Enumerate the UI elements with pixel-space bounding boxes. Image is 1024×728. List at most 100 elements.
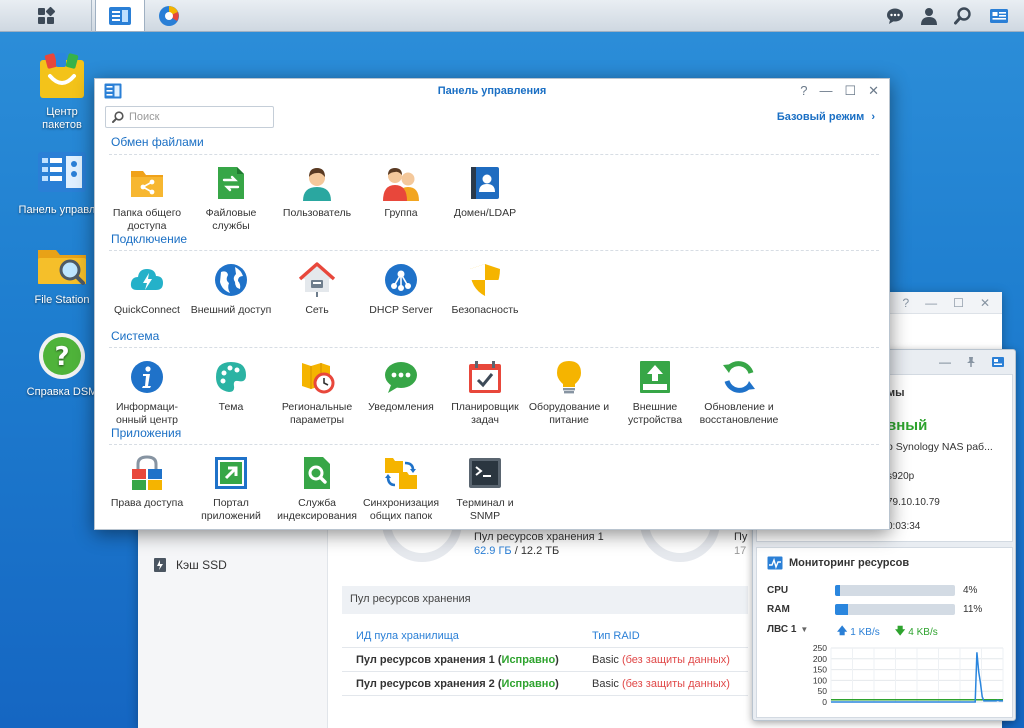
item-network[interactable]: Сеть bbox=[275, 262, 359, 317]
table-row[interactable]: Пул ресурсов хранения 2 (Исправно) Basic… bbox=[342, 672, 748, 696]
lock-icon bbox=[129, 455, 165, 491]
user-icon bbox=[299, 165, 335, 201]
ssd-icon bbox=[154, 558, 166, 572]
item-notifications[interactable]: Уведомления bbox=[359, 359, 443, 414]
chat-button[interactable] bbox=[878, 0, 912, 32]
item-file-services[interactable]: Файловые службы bbox=[189, 165, 273, 233]
ram-bar bbox=[835, 604, 955, 615]
raid-note: (без защиты данных) bbox=[621, 653, 730, 666]
item-domain-ldap[interactable]: Домен/LDAP bbox=[443, 165, 527, 220]
search-icon bbox=[954, 7, 971, 25]
search-button[interactable] bbox=[946, 0, 980, 32]
raid-cell: Basic (без защиты данных) bbox=[592, 654, 748, 666]
basic-mode-label: Базовый режим bbox=[776, 111, 865, 123]
control-panel-titlebar[interactable]: Панель управления ? — ☐ ✕ bbox=[95, 79, 889, 103]
shared-folder-icon bbox=[129, 165, 165, 201]
maximize-button[interactable]: ☐ bbox=[844, 83, 856, 99]
column-header-pool-id[interactable]: ИД пула хранилища bbox=[342, 630, 592, 642]
sidebar-item-label: Кэш SSD bbox=[176, 558, 227, 572]
search-input[interactable] bbox=[129, 111, 269, 123]
item-update-restore[interactable]: Обновление и восстановление bbox=[697, 359, 781, 427]
item-group[interactable]: Группа bbox=[359, 165, 443, 220]
item-regional-options[interactable]: Региональные параметры bbox=[275, 359, 359, 427]
item-privileges[interactable]: Права доступа bbox=[105, 455, 189, 510]
volume1-used: 62.9 ГБ bbox=[474, 545, 512, 557]
palette-icon bbox=[213, 359, 249, 395]
item-label: Внешний доступ bbox=[190, 304, 272, 316]
minimize-button[interactable]: — bbox=[925, 296, 937, 310]
minimize-button[interactable]: — bbox=[819, 83, 832, 99]
chart-tick-label: 100 bbox=[813, 675, 827, 685]
shield-icon bbox=[467, 262, 503, 298]
chart-tick-label: 200 bbox=[813, 654, 827, 664]
help-button[interactable]: ? bbox=[902, 296, 909, 310]
system-description: о Synology NAS раб... bbox=[887, 441, 993, 453]
item-dhcp-server[interactable]: DHCP Server bbox=[359, 262, 443, 317]
item-label: Оборудование и питание bbox=[528, 401, 610, 426]
minimize-widget-button[interactable]: — bbox=[939, 355, 951, 369]
resource-monitor-title: Мониторинг ресурсов bbox=[789, 557, 910, 569]
item-user[interactable]: Пользователь bbox=[275, 165, 359, 220]
cpu-percent: 4% bbox=[963, 585, 978, 596]
item-theme[interactable]: Тема bbox=[189, 359, 273, 414]
quickconnect-icon bbox=[129, 262, 165, 298]
ram-label: RAM bbox=[767, 604, 790, 615]
group-icon bbox=[383, 165, 419, 201]
resource-monitor-widget: Мониторинг ресурсов CPU 4% RAM 11% ЛВС 1… bbox=[756, 547, 1013, 718]
item-shared-folder[interactable]: Папка общего доступа bbox=[105, 165, 189, 233]
pool-name: Пул ресурсов хранения 1 bbox=[356, 653, 495, 666]
control-panel-icon bbox=[109, 6, 131, 25]
item-quickconnect[interactable]: QuickConnect bbox=[105, 262, 189, 317]
table-row[interactable]: Пул ресурсов хранения 1 (Исправно) Basic… bbox=[342, 648, 748, 672]
volume1-total: / 12.2 ТБ bbox=[514, 545, 560, 557]
download-rate: 🡇 4 KB/s bbox=[895, 624, 938, 641]
window-controls: ? — ☐ ✕ bbox=[800, 83, 879, 99]
item-hardware-power[interactable]: Оборудование и питание bbox=[527, 359, 611, 427]
item-external-devices[interactable]: Внешние устройства bbox=[613, 359, 697, 427]
close-button[interactable]: ✕ bbox=[980, 296, 990, 310]
item-shared-folder-sync[interactable]: Синхронизация общих папок bbox=[359, 455, 443, 523]
system-model: s920p bbox=[887, 471, 915, 482]
cpu-bar bbox=[835, 585, 955, 596]
maximize-button[interactable]: ☐ bbox=[953, 296, 964, 310]
calendar-check-icon bbox=[467, 359, 503, 395]
widget-settings-icon[interactable] bbox=[991, 356, 1005, 368]
taskbar-storage-manager-button[interactable] bbox=[148, 0, 190, 32]
item-application-portal[interactable]: Портал приложений bbox=[189, 455, 273, 523]
main-menu-button[interactable] bbox=[0, 0, 92, 32]
item-label: Папка общего доступа bbox=[112, 207, 182, 232]
item-indexing-service[interactable]: Служба индексирования bbox=[275, 455, 359, 523]
item-external-access[interactable]: Внешний доступ bbox=[189, 262, 273, 317]
regional-clock-icon bbox=[299, 359, 335, 395]
close-button[interactable]: ✕ bbox=[868, 83, 879, 99]
upload-value: 1 KB/s bbox=[850, 627, 880, 638]
system-uptime: 0:03:34 bbox=[887, 521, 921, 532]
column-header-raid-type[interactable]: Тип RAID bbox=[592, 630, 748, 642]
control-panel-icon bbox=[36, 148, 88, 200]
network-chart: 250200150100500 bbox=[813, 644, 1004, 707]
raid-type: Basic bbox=[592, 653, 619, 666]
help-button[interactable]: ? bbox=[800, 83, 807, 99]
user-menu-button[interactable] bbox=[912, 0, 946, 32]
search-box[interactable] bbox=[105, 106, 274, 128]
item-info-center[interactable]: Информаци-онный центр bbox=[105, 359, 189, 427]
item-task-scheduler[interactable]: Планировщик задач bbox=[443, 359, 527, 427]
item-label: DHCP Server bbox=[369, 304, 433, 316]
pool-status: Исправно bbox=[501, 653, 556, 666]
widgets-button[interactable] bbox=[982, 0, 1016, 32]
help-icon: ? bbox=[36, 330, 88, 382]
taskbar-control-panel-button[interactable] bbox=[95, 0, 145, 32]
lan-selector[interactable]: ЛВС 1 ▼ bbox=[767, 624, 808, 635]
pin-icon[interactable] bbox=[965, 356, 977, 368]
network-house-icon bbox=[299, 262, 335, 298]
item-security[interactable]: Безопасность bbox=[443, 262, 527, 317]
basic-mode-link[interactable]: Базовый режим › bbox=[777, 111, 875, 123]
lan-label: ЛВС 1 bbox=[767, 624, 797, 635]
table-header-row: ИД пула хранилища Тип RAID bbox=[342, 624, 748, 648]
svg-text:?: ? bbox=[54, 342, 69, 372]
item-label: Права доступа bbox=[110, 497, 184, 509]
item-label: Служба индексирования bbox=[277, 497, 357, 522]
item-terminal-snmp[interactable]: Терминал и SNMP bbox=[443, 455, 527, 523]
item-label: Уведомления bbox=[368, 401, 434, 413]
sidebar-item-ssd-cache[interactable]: Кэш SSD bbox=[152, 557, 227, 573]
